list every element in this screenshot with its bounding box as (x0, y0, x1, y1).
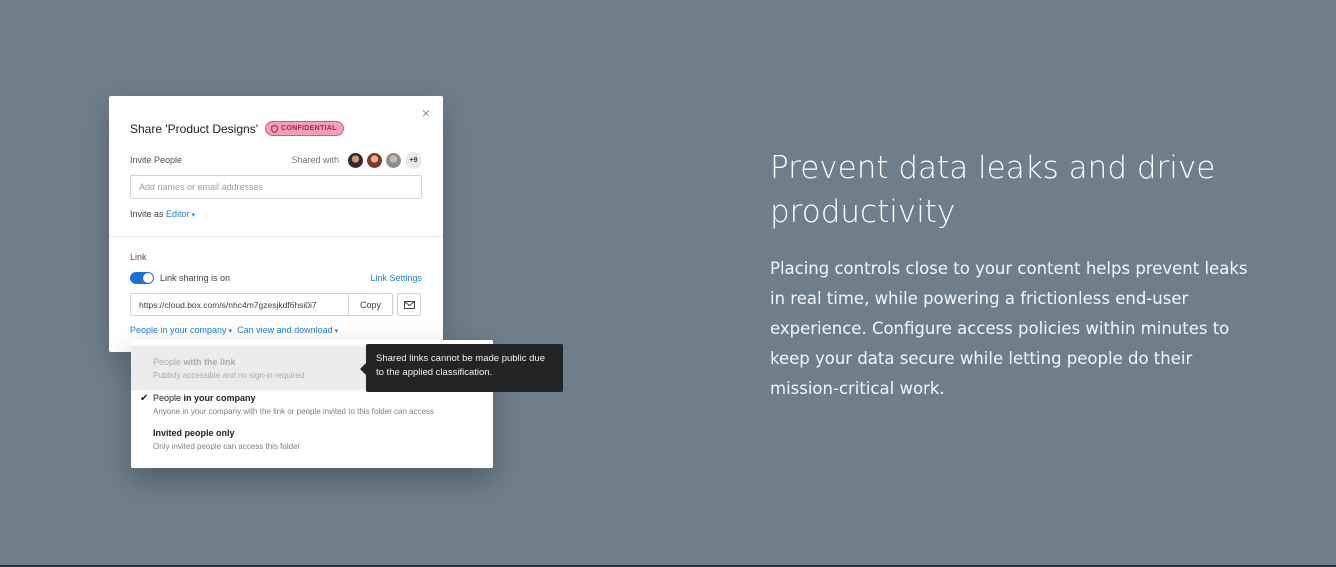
menu-item-title-bold: in your company (183, 393, 256, 403)
invite-input[interactable]: Add names or email addresses (130, 175, 422, 199)
dialog-header: Share 'Product Designs' CONFIDENTIAL (130, 121, 344, 136)
invite-input-placeholder: Add names or email addresses (139, 182, 264, 192)
link-sharing-toggle[interactable] (130, 272, 154, 284)
menu-item-title-prefix: People (153, 393, 182, 403)
invite-people-label: Invite People (130, 155, 183, 165)
caret-down-icon: ▾ (334, 328, 339, 335)
close-icon[interactable]: × (422, 106, 430, 120)
menu-item-title-bold: Invited people only (153, 428, 235, 438)
check-icon: ✔ (140, 393, 149, 404)
menu-item-description: Only invited people can access this fold… (153, 442, 301, 451)
menu-item-people-in-company[interactable]: ✔ People in your company Anyone in your … (131, 390, 493, 425)
dialog-title: Share 'Product Designs' (130, 121, 258, 136)
link-sharing-row: Link sharing is on Link Settings (130, 272, 422, 284)
classification-label: CONFIDENTIAL (280, 125, 337, 132)
invite-role-value: Editor (166, 209, 190, 219)
avatar[interactable] (366, 151, 383, 169)
invite-role-dropdown[interactable]: Editor ▾ (166, 209, 195, 219)
access-scope-dropdown[interactable]: People in your company ▾ (130, 325, 232, 335)
classification-badge: CONFIDENTIAL (264, 121, 344, 136)
invite-people-row: Invite People Shared with +9 (130, 151, 422, 169)
shield-icon (271, 124, 278, 133)
caret-down-icon: ▾ (191, 212, 196, 219)
shared-with-label: Shared with (291, 155, 339, 165)
menu-item-title-bold: with the link (183, 357, 236, 367)
menu-item-invited-only[interactable]: Invited people only Only invited people … (131, 425, 493, 460)
access-permission-dropdown[interactable]: Can view and download ▾ (237, 325, 338, 335)
link-section-heading: Link (130, 252, 147, 262)
menu-item-title: Invited people only (153, 428, 493, 438)
link-settings-link[interactable]: Link Settings (370, 273, 422, 283)
more-collaborators-count[interactable]: +9 (405, 151, 422, 169)
copy-button[interactable]: Copy (349, 293, 393, 316)
menu-item-title: People in your company (153, 393, 493, 403)
body-copy: Placing controls close to your content h… (770, 259, 1248, 398)
shared-link-field[interactable]: https://cloud.box.com/s/nhc4m7gzesjkdf6h… (130, 293, 349, 316)
caret-down-icon: ▾ (228, 328, 233, 335)
divider (109, 236, 443, 237)
invite-as-row: Invite as Editor ▾ (130, 209, 195, 219)
menu-item-title-prefix: People (153, 357, 182, 367)
avatar[interactable] (385, 151, 402, 169)
invite-as-label: Invite as (130, 209, 164, 219)
access-scope-value: People in your company (130, 325, 227, 335)
link-sharing-control: Link sharing is on (130, 272, 230, 284)
shared-link-row: https://cloud.box.com/s/nhc4m7gzesjkdf6h… (130, 293, 421, 316)
email-icon (403, 300, 415, 309)
classification-tooltip: Shared links cannot be made public due t… (366, 344, 563, 392)
access-permission-value: Can view and download (237, 325, 333, 335)
email-link-button[interactable] (397, 293, 421, 316)
avatar[interactable] (347, 151, 364, 169)
link-sharing-status: Link sharing is on (160, 273, 231, 283)
access-settings-row: People in your company ▾ Can view and dow… (130, 325, 338, 335)
shared-with[interactable]: Shared with +9 (291, 151, 422, 169)
share-dialog: × Share 'Product Designs' CONFIDENTIAL I… (109, 96, 443, 352)
menu-item-description: Anyone in your company with the link or … (153, 407, 435, 416)
toggle-knob (143, 273, 153, 283)
headline: Prevent data leaks and drive productivit… (770, 150, 1216, 230)
